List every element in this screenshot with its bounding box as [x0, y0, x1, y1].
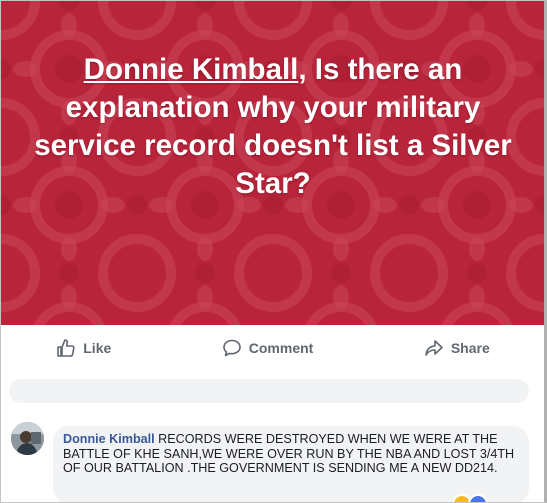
speech-bubble-icon	[222, 339, 241, 357]
post-text: Donnie Kimball, Is there an explanation …	[23, 51, 523, 203]
comment-label: Comment	[248, 340, 314, 356]
reaction-icons[interactable]	[452, 494, 488, 502]
share-label: Share	[450, 340, 490, 356]
comment-button[interactable]: Comment	[212, 332, 324, 364]
comment-composer	[1, 371, 544, 407]
tagged-name-link[interactable]: Donnie Kimball	[84, 53, 299, 86]
thumbs-up-icon	[57, 339, 75, 357]
like-button[interactable]: Like	[46, 332, 121, 364]
comment-bubble: Donnie Kimball RECORDS WERE DESTROYED WH…	[53, 426, 529, 502]
facebook-post: Donnie Kimball, Is there an explanation …	[0, 0, 547, 503]
write-comment-input[interactable]	[9, 379, 529, 403]
avatar[interactable]	[11, 422, 44, 455]
share-arrow-icon	[425, 340, 443, 356]
share-button[interactable]: Share	[414, 332, 500, 364]
like-label: Like	[83, 340, 112, 356]
comment-author-link[interactable]: Donnie Kimball	[63, 432, 155, 446]
action-bar: Like Comment Share	[1, 325, 544, 372]
profile-photo	[11, 422, 44, 455]
like-reaction-icon	[468, 494, 488, 502]
comment-list: Donnie Kimball RECORDS WERE DESTROYED WH…	[1, 407, 544, 502]
post-banner: Donnie Kimball, Is there an explanation …	[1, 1, 544, 325]
